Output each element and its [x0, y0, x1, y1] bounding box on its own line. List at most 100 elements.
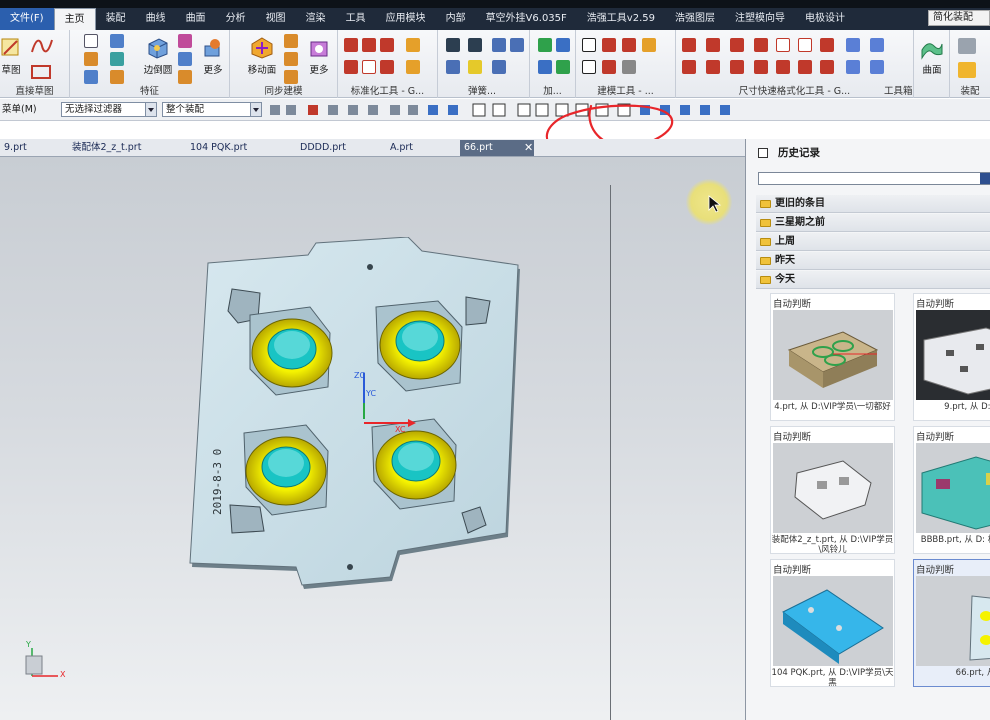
feature-icon-9[interactable] — [178, 70, 192, 84]
tab-haoqiang-tools[interactable]: 浩强工具v2.59 — [577, 8, 665, 30]
std-icon-1[interactable] — [344, 38, 358, 52]
dim-icon-12[interactable] — [730, 60, 744, 74]
dim-icon-11[interactable] — [706, 60, 720, 74]
spring-icon-6[interactable] — [468, 60, 482, 74]
feature-icon-2[interactable] — [84, 52, 98, 66]
std-icon-8[interactable] — [406, 60, 420, 74]
spring-icon-1[interactable] — [446, 38, 460, 52]
tab-surface[interactable]: 曲面 — [176, 8, 216, 30]
dim-icon-6[interactable] — [798, 38, 812, 52]
doc-tab-5[interactable]: A.prt — [386, 140, 456, 156]
feature-icon-5[interactable] — [110, 52, 124, 66]
modeling-icon-3[interactable] — [622, 38, 636, 52]
tab-plugin-caokong[interactable]: 草空外挂V6.035F — [476, 8, 577, 30]
add-icon-4[interactable] — [556, 60, 570, 74]
menu-button[interactable]: 菜单(M) — [2, 102, 37, 117]
tab-curve[interactable]: 曲线 — [136, 8, 176, 30]
spring-icon-3[interactable] — [492, 38, 506, 52]
add-icon-3[interactable] — [538, 60, 552, 74]
tab-home[interactable]: 主页 — [53, 8, 96, 30]
more-feature-button[interactable]: 更多 — [198, 36, 228, 80]
selection-filter-dropdown[interactable]: 无选择过滤器 — [61, 102, 157, 117]
add-icon-1[interactable] — [538, 38, 552, 52]
more-sync-button[interactable]: 更多 — [304, 36, 334, 80]
dim-icon-15[interactable] — [798, 60, 812, 74]
std-icon-6[interactable] — [362, 60, 376, 74]
dim-icon-3[interactable] — [730, 38, 744, 52]
file-menu[interactable]: 文件(F) — [0, 8, 54, 30]
sync-icon-1[interactable] — [284, 34, 298, 48]
doc-tab-1[interactable]: 9.prt — [0, 140, 66, 156]
feature-icon-7[interactable] — [178, 34, 192, 48]
tab-mold-wizard[interactable]: 注塑模向导 — [725, 8, 795, 30]
dim-icon-7[interactable] — [820, 38, 834, 52]
surface-button[interactable]: 曲面 — [916, 36, 948, 80]
modeling-icon-7[interactable] — [622, 60, 636, 74]
tab-analysis[interactable]: 分析 — [216, 8, 256, 30]
sync-icon-3[interactable] — [284, 70, 298, 84]
spring-icon-4[interactable] — [510, 38, 524, 52]
dim-icon-8[interactable] — [846, 38, 860, 52]
doc-tab-3[interactable]: 104 PQK.prt — [186, 140, 290, 156]
history-card-5[interactable]: 自动判断 104 PQK.prt, 从 D:\VIP学员\天黑 — [770, 559, 895, 688]
spring-icon-7[interactable] — [492, 60, 506, 74]
assembly-icon-1[interactable] — [958, 38, 976, 54]
tab-applications[interactable]: 应用模块 — [376, 8, 436, 30]
history-group-three-weeks[interactable]: 三星期之前 — [756, 214, 990, 232]
dim-icon-9[interactable] — [870, 38, 884, 52]
move-face-button[interactable]: 移动面 — [242, 36, 282, 80]
feature-icon-8[interactable] — [178, 52, 192, 66]
dim-icon-1[interactable] — [682, 38, 696, 52]
std-icon-4[interactable] — [406, 38, 420, 52]
insert-ring-1[interactable] — [249, 306, 333, 396]
history-group-today[interactable]: 今天 — [756, 271, 990, 289]
tab-tools[interactable]: 工具 — [336, 8, 376, 30]
std-icon-3[interactable] — [380, 38, 394, 52]
feature-icon-6[interactable] — [110, 70, 124, 84]
edge-blend-button[interactable]: 边倒圆 — [138, 36, 178, 80]
feature-icon-3[interactable] — [84, 70, 98, 84]
spring-icon-2[interactable] — [468, 38, 482, 52]
doc-tab-4[interactable]: DDDD.prt — [296, 140, 380, 156]
modeling-icon-1[interactable] — [582, 38, 596, 52]
tab-internal[interactable]: 内部 — [436, 8, 476, 30]
panel-toggle-icon[interactable] — [758, 148, 768, 158]
history-card-1[interactable]: 自动判断 4.prt, 从 D:\VIP学员\一切都好 — [770, 293, 895, 421]
add-icon-2[interactable] — [556, 38, 570, 52]
history-group-older[interactable]: 更旧的条目 — [756, 195, 990, 213]
std-icon-2[interactable] — [362, 38, 376, 52]
feature-icon-1[interactable] — [84, 34, 98, 48]
doc-tab-2[interactable]: 装配体2_z_t.prt — [68, 140, 180, 156]
feature-icon-4[interactable] — [110, 34, 124, 48]
mold-plate-model[interactable] — [180, 237, 550, 617]
history-card-6[interactable]: 自动判断 66.prt, 从 — [913, 559, 990, 687]
history-group-yesterday[interactable]: 昨天 — [756, 252, 990, 270]
dim-icon-5[interactable] — [776, 38, 790, 52]
modeling-icon-6[interactable] — [602, 60, 616, 74]
sync-icon-2[interactable] — [284, 52, 298, 66]
modeling-icon-2[interactable] — [602, 38, 616, 52]
dim-icon-16[interactable] — [820, 60, 834, 74]
close-tab-icon[interactable]: ✕ — [524, 140, 534, 156]
command-search-input[interactable]: 简化装配 — [928, 10, 990, 26]
tab-haoqiang-layers[interactable]: 浩强图层 — [665, 8, 725, 30]
dim-icon-17[interactable] — [846, 60, 860, 74]
dim-icon-18[interactable] — [870, 60, 884, 74]
sketch-button[interactable]: 草图 — [0, 36, 28, 80]
modeling-icon-5[interactable] — [582, 60, 596, 74]
selection-scope-dropdown[interactable]: 整个装配 — [162, 102, 262, 117]
history-group-last-week[interactable]: 上周 — [756, 233, 990, 251]
history-card-2[interactable]: 自动判断 9.prt, 从 D:\VIP — [913, 293, 990, 421]
dim-icon-14[interactable] — [776, 60, 790, 74]
dim-icon-13[interactable] — [754, 60, 768, 74]
dim-icon-10[interactable] — [682, 60, 696, 74]
doc-tab-active[interactable]: 66.prt — [460, 140, 534, 156]
tab-render[interactable]: 渲染 — [296, 8, 336, 30]
tab-view[interactable]: 视图 — [256, 8, 296, 30]
history-filter-dropdown[interactable] — [758, 172, 990, 185]
modeling-icon-4[interactable] — [642, 38, 656, 52]
spline-icon[interactable] — [30, 36, 54, 56]
spring-icon-5[interactable] — [446, 60, 460, 74]
dim-icon-4[interactable] — [754, 38, 768, 52]
tab-electrode-design[interactable]: 电极设计 — [795, 8, 855, 30]
